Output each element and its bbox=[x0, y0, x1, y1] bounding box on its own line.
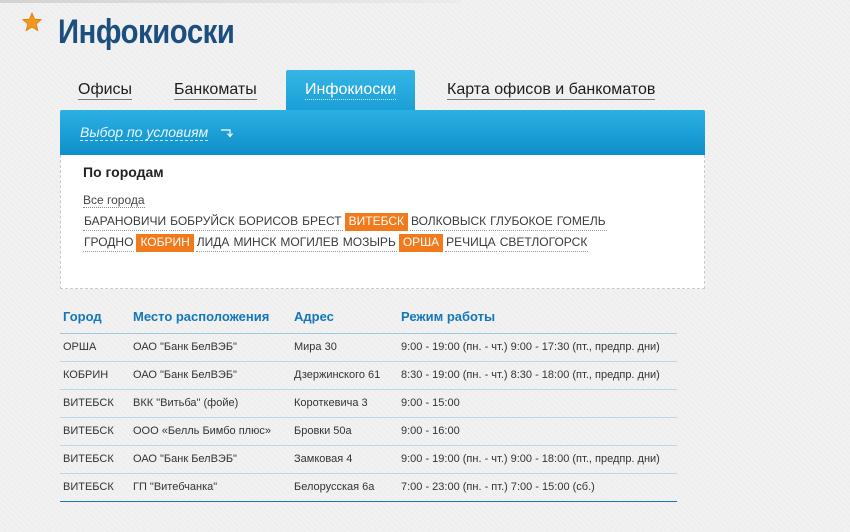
location-cell: ОАО "Банк БелВЭБ" bbox=[130, 361, 291, 390]
city-cell: ВИТЕБСК bbox=[60, 445, 130, 474]
address-cell: Мира 30 bbox=[291, 333, 398, 362]
city-list-row-2: ГРОДНО КОБРИН ЛИДА МИНСК МОГИЛЕВ МОЗЫРЬ ОРША РЕ… bbox=[83, 233, 590, 252]
table-row: ВИТЕБСК ГП "Витебчанка" Белорусская 6а 7:00… bbox=[60, 473, 677, 502]
tab-label: Банкоматы bbox=[174, 81, 257, 100]
city-filter-item[interactable]: БОБРУЙСК bbox=[169, 213, 236, 231]
city-filter-item[interactable]: ОРША bbox=[398, 234, 444, 252]
tab-offices[interactable]: Офисы bbox=[78, 70, 133, 110]
city-filter-panel: По городам Все города БАРАНОВИЧИ БОБРУЙСК… bbox=[60, 155, 705, 289]
tab-map[interactable]: Карта офисов и банкоматов bbox=[447, 70, 656, 110]
address-cell: Белорусская 6а bbox=[291, 473, 398, 502]
tab-label: Инфокиоски bbox=[305, 81, 397, 100]
table-header-row: Город Место расположения Адрес Режим раб… bbox=[60, 300, 677, 334]
location-cell: ВКК "Витьба" (фойе) bbox=[130, 389, 291, 418]
city-cell: КОБРИН bbox=[60, 361, 130, 390]
city-filter-item[interactable]: БАРАНОВИЧИ bbox=[83, 213, 168, 231]
table-row: ВИТЕБСК ВКК "Витьба" (фойе) Короткевича 39… bbox=[60, 389, 677, 418]
city-list-row-1: БАРАНОВИЧИ БОБРУЙСК БОРИСОВ БРЕСТ ВИТЕБСК ВОЛ… bbox=[83, 212, 609, 231]
city-filter-item[interactable]: МОЗЫРЬ bbox=[341, 234, 397, 252]
hours-cell: 9:00 - 19:00 (пн. - чт.) 9:00 - 18:00 (п… bbox=[398, 445, 677, 474]
city-filter-item[interactable]: БОРИСОВ bbox=[237, 213, 300, 231]
city-filter-item[interactable]: МОГИЛЕВ bbox=[279, 234, 340, 252]
city-filter-item[interactable]: ГОМЕЛЬ bbox=[555, 213, 607, 231]
all-cities-link[interactable]: Все города bbox=[83, 193, 145, 208]
city-filter-item[interactable]: РЕЧИЦА bbox=[445, 234, 497, 252]
city-filter-item[interactable]: МИНСК bbox=[232, 234, 278, 252]
column-header-city: Город bbox=[60, 300, 130, 334]
city-filter-item[interactable]: СВЕТЛОГОРСК bbox=[498, 234, 589, 252]
address-cell: Бровки 50а bbox=[291, 417, 398, 446]
location-cell: ОАО "Банк БелВЭБ" bbox=[130, 333, 291, 362]
table-row: ВИТЕБСК ОАО "Банк БелВЭБ" Замковая 4 9:00 -… bbox=[60, 445, 677, 474]
table-row: КОБРИН ОАО "Банк БелВЭБ" Дзержинского 61 8:… bbox=[60, 361, 677, 390]
address-cell: Замковая 4 bbox=[291, 445, 398, 474]
hours-cell: 9:00 - 15:00 bbox=[398, 389, 677, 418]
city-cell: ВИТЕБСК bbox=[60, 417, 130, 446]
city-filter-item[interactable]: КОБРИН bbox=[136, 234, 194, 252]
city-filter-item[interactable]: ВИТЕБСК bbox=[344, 213, 408, 231]
location-cell: ООО «Белль Бимбо плюс» bbox=[130, 417, 291, 446]
tab-bar: Офисы Банкоматы Инфокиоски Карта офисов … bbox=[60, 70, 705, 110]
city-cell: ВИТЕБСК bbox=[60, 473, 130, 502]
hours-cell: 9:00 - 19:00 (пн. - чт.) 9:00 - 17:30 (п… bbox=[398, 333, 677, 362]
tab-label: Карта офисов и банкоматов bbox=[447, 81, 656, 100]
page-title: Инфокиоски bbox=[58, 13, 235, 51]
infokiosk-table: Город Место расположения Адрес Режим раб… bbox=[60, 300, 677, 502]
location-cell: ГП "Витебчанка" bbox=[130, 473, 291, 502]
tab-atms[interactable]: Банкоматы bbox=[174, 70, 257, 110]
city-filter-item[interactable]: ВОЛКОВЫСК bbox=[409, 213, 488, 231]
tab-infokiosks[interactable]: Инфокиоски bbox=[286, 70, 416, 110]
city-filter-item[interactable]: ГРОДНО bbox=[83, 234, 135, 252]
table-row: ВИТЕБСК ООО «Белль Бимбо плюс» Бровки 50а 9… bbox=[60, 417, 677, 446]
address-cell: Дзержинского 61 bbox=[291, 361, 398, 390]
hours-cell: 7:00 - 23:00 (пн. - пт.) 7:00 - 15:00 (с… bbox=[398, 473, 677, 502]
city-filter-item[interactable]: ГЛУБОКОЕ bbox=[489, 213, 554, 231]
column-header-hours: Режим работы bbox=[398, 300, 677, 334]
hours-cell: 8:30 - 19:00 (пн. - чт.) 8:30 - 18:00 (п… bbox=[398, 361, 677, 390]
city-cell: ВИТЕБСК bbox=[60, 389, 130, 418]
column-header-address: Адрес bbox=[291, 300, 398, 334]
city-filter-item[interactable]: БРЕСТ bbox=[301, 213, 343, 231]
star-icon[interactable] bbox=[22, 12, 42, 32]
table-body: ОРША ОАО "Банк БелВЭБ" Мира 30 9:00 - 19:00… bbox=[60, 333, 677, 502]
tab-label: Офисы bbox=[78, 81, 133, 100]
filter-toggle-link[interactable]: Выбор по условиям bbox=[80, 124, 234, 141]
table-row: ОРША ОАО "Банк БелВЭБ" Мира 30 9:00 - 19:00… bbox=[60, 333, 677, 362]
filter-toggle-label: Выбор по условиям bbox=[80, 124, 209, 141]
filter-heading: По городам bbox=[83, 164, 164, 180]
arrow-corner-icon bbox=[221, 129, 234, 138]
city-cell: ОРША bbox=[60, 333, 130, 362]
column-header-location: Место расположения bbox=[130, 300, 291, 334]
hours-cell: 9:00 - 16:00 bbox=[398, 417, 677, 446]
top-shadow bbox=[0, 0, 460, 3]
city-filter-item[interactable]: ЛИДА bbox=[195, 234, 231, 252]
filter-header: Выбор по условиям bbox=[60, 110, 705, 155]
address-cell: Короткевича 3 bbox=[291, 389, 398, 418]
location-cell: ОАО "Банк БелВЭБ" bbox=[130, 445, 291, 474]
